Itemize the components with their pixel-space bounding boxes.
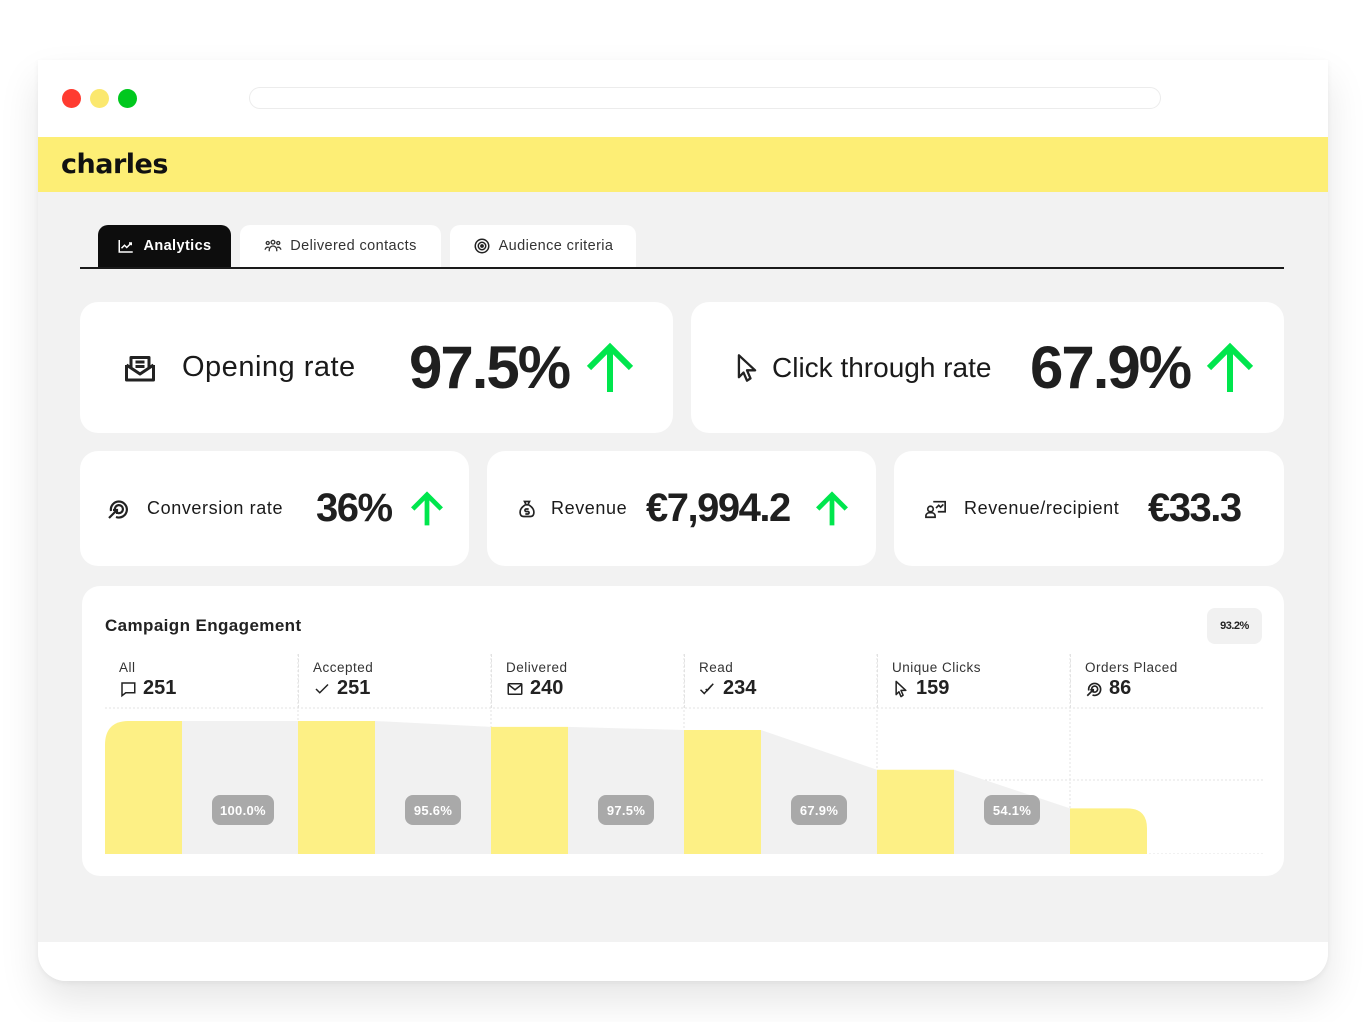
kpi-card-revenue-per-recipient: Revenue/recipient €33.3	[894, 451, 1284, 566]
funnel-connector	[375, 721, 491, 854]
kpi-value: 97.5%	[409, 334, 571, 401]
open-envelope-icon	[120, 348, 160, 388]
tab-delivered-contacts[interactable]: Delivered contacts	[240, 225, 441, 267]
tab-bar: Analytics Delivered contacts Audience cr…	[80, 225, 1284, 269]
browser-window: charles Analytics Delivered contacts Aud…	[38, 60, 1328, 981]
kpi-label: Revenue/recipient	[964, 498, 1120, 518]
check-icon	[313, 680, 331, 698]
stage-label: Accepted	[313, 660, 374, 675]
main-content: Analytics Delivered contacts Audience cr…	[38, 192, 1328, 942]
kpi-label: Conversion rate	[147, 498, 284, 518]
stage-label: All	[119, 660, 136, 675]
conversion-target-icon	[104, 495, 132, 523]
kpi-label: Revenue	[551, 498, 628, 518]
funnel-bar-orders-placed[interactable]	[1070, 808, 1147, 854]
kpi-value: €7,994.2	[646, 486, 791, 530]
stage-count: 86	[1109, 677, 1132, 699]
stage-count: 251	[143, 677, 177, 699]
conversion-target-icon	[1085, 680, 1103, 698]
kpi-value: 67.9%	[1030, 334, 1192, 401]
stage-label: Delivered	[506, 660, 568, 675]
stage-label: Read	[699, 660, 734, 675]
stage-count: 251	[337, 677, 371, 699]
target-icon	[474, 238, 490, 254]
tab-audience-criteria[interactable]: Audience criteria	[450, 225, 636, 267]
funnel-stage-read: Read 234	[684, 654, 877, 708]
trend-up-arrow-icon	[585, 342, 635, 394]
trend-up-arrow-icon	[1205, 342, 1255, 394]
stage-value-row: 86	[1085, 677, 1263, 700]
funnel-bar-read[interactable]	[684, 730, 761, 854]
presentation-user-icon	[922, 495, 950, 523]
chart-line-icon	[118, 240, 134, 253]
trend-up-arrow-icon	[815, 490, 849, 527]
step-conversion-badge: 54.1%	[984, 795, 1040, 825]
tab-analytics[interactable]: Analytics	[98, 225, 231, 267]
envelope-icon	[506, 680, 524, 698]
section-title: Campaign Engagement	[105, 616, 302, 635]
step-conversion-badge: 67.9%	[791, 795, 847, 825]
engagement-funnel-chart: All 251 Accepted 251 Delivered 240 Read 234 Uniq…	[105, 654, 1263, 854]
cursor-icon	[733, 351, 761, 385]
address-bar[interactable]	[249, 87, 1161, 109]
cursor-icon	[892, 680, 910, 698]
funnel-stage-accepted: Accepted 251	[298, 654, 491, 708]
kpi-card-revenue: Revenue €7,994.2	[487, 451, 876, 566]
minimize-window-button[interactable]	[90, 89, 109, 108]
double-check-icon	[699, 680, 717, 698]
funnel-stage-delivered: Delivered 240	[491, 654, 684, 708]
brand-header: charles	[38, 137, 1328, 192]
stage-value-row: 159	[892, 677, 1070, 700]
title-bar	[38, 60, 1328, 137]
stage-count: 240	[530, 677, 564, 699]
funnel-stage-all: All 251	[105, 654, 298, 708]
stage-label: Unique Clicks	[892, 660, 982, 675]
funnel-connector	[761, 730, 877, 854]
kpi-label: Click through rate	[772, 351, 992, 383]
stage-value-row: 251	[119, 677, 298, 700]
kpi-value: €33.3	[1148, 486, 1242, 530]
funnel-bar-unique-clicks[interactable]	[877, 769, 954, 854]
window-footer	[38, 942, 1328, 981]
tab-label: Delivered contacts	[290, 238, 417, 254]
stage-count: 159	[916, 677, 950, 699]
maximize-window-button[interactable]	[118, 89, 137, 108]
funnel-bar-delivered[interactable]	[491, 726, 568, 854]
money-bag-icon	[513, 495, 541, 523]
stage-value-row: 234	[699, 677, 877, 700]
trend-up-arrow-icon	[410, 490, 444, 527]
step-conversion-badge: 100.0%	[212, 795, 274, 825]
stage-value-row: 240	[506, 677, 684, 700]
brand-logo[interactable]: charles	[61, 149, 168, 180]
funnel-bar-all[interactable]	[105, 721, 182, 854]
kpi-value: 36%	[316, 486, 393, 530]
message-icon	[119, 680, 137, 698]
kpi-card-opening-rate: Opening rate 97.5%	[80, 302, 673, 433]
funnel-connector	[568, 726, 684, 854]
funnel-bar-accepted[interactable]	[298, 721, 375, 854]
tab-label: Analytics	[143, 238, 212, 254]
stage-label: Orders Placed	[1085, 660, 1178, 675]
funnel-stage-unique-clicks: Unique Clicks 159	[877, 654, 1070, 708]
kpi-label: Opening rate	[182, 351, 356, 383]
kpi-card-click-through-rate: Click through rate 67.9%	[691, 302, 1284, 433]
funnel-stage-orders-placed: Orders Placed 86	[1070, 654, 1263, 708]
close-window-button[interactable]	[62, 89, 81, 108]
funnel-connector	[182, 721, 298, 854]
tab-label: Audience criteria	[498, 238, 614, 254]
users-icon	[264, 239, 282, 252]
stage-count: 234	[723, 677, 757, 699]
stage-value-row: 251	[313, 677, 491, 700]
kpi-card-conversion-rate: Conversion rate 36%	[80, 451, 469, 566]
step-conversion-badge: 97.5%	[598, 795, 654, 825]
overall-rate-badge: 93.2%	[1207, 608, 1262, 644]
step-conversion-badge: 95.6%	[405, 795, 461, 825]
campaign-engagement-card: Campaign Engagement 93.2% All 251 Accepted…	[82, 586, 1284, 876]
